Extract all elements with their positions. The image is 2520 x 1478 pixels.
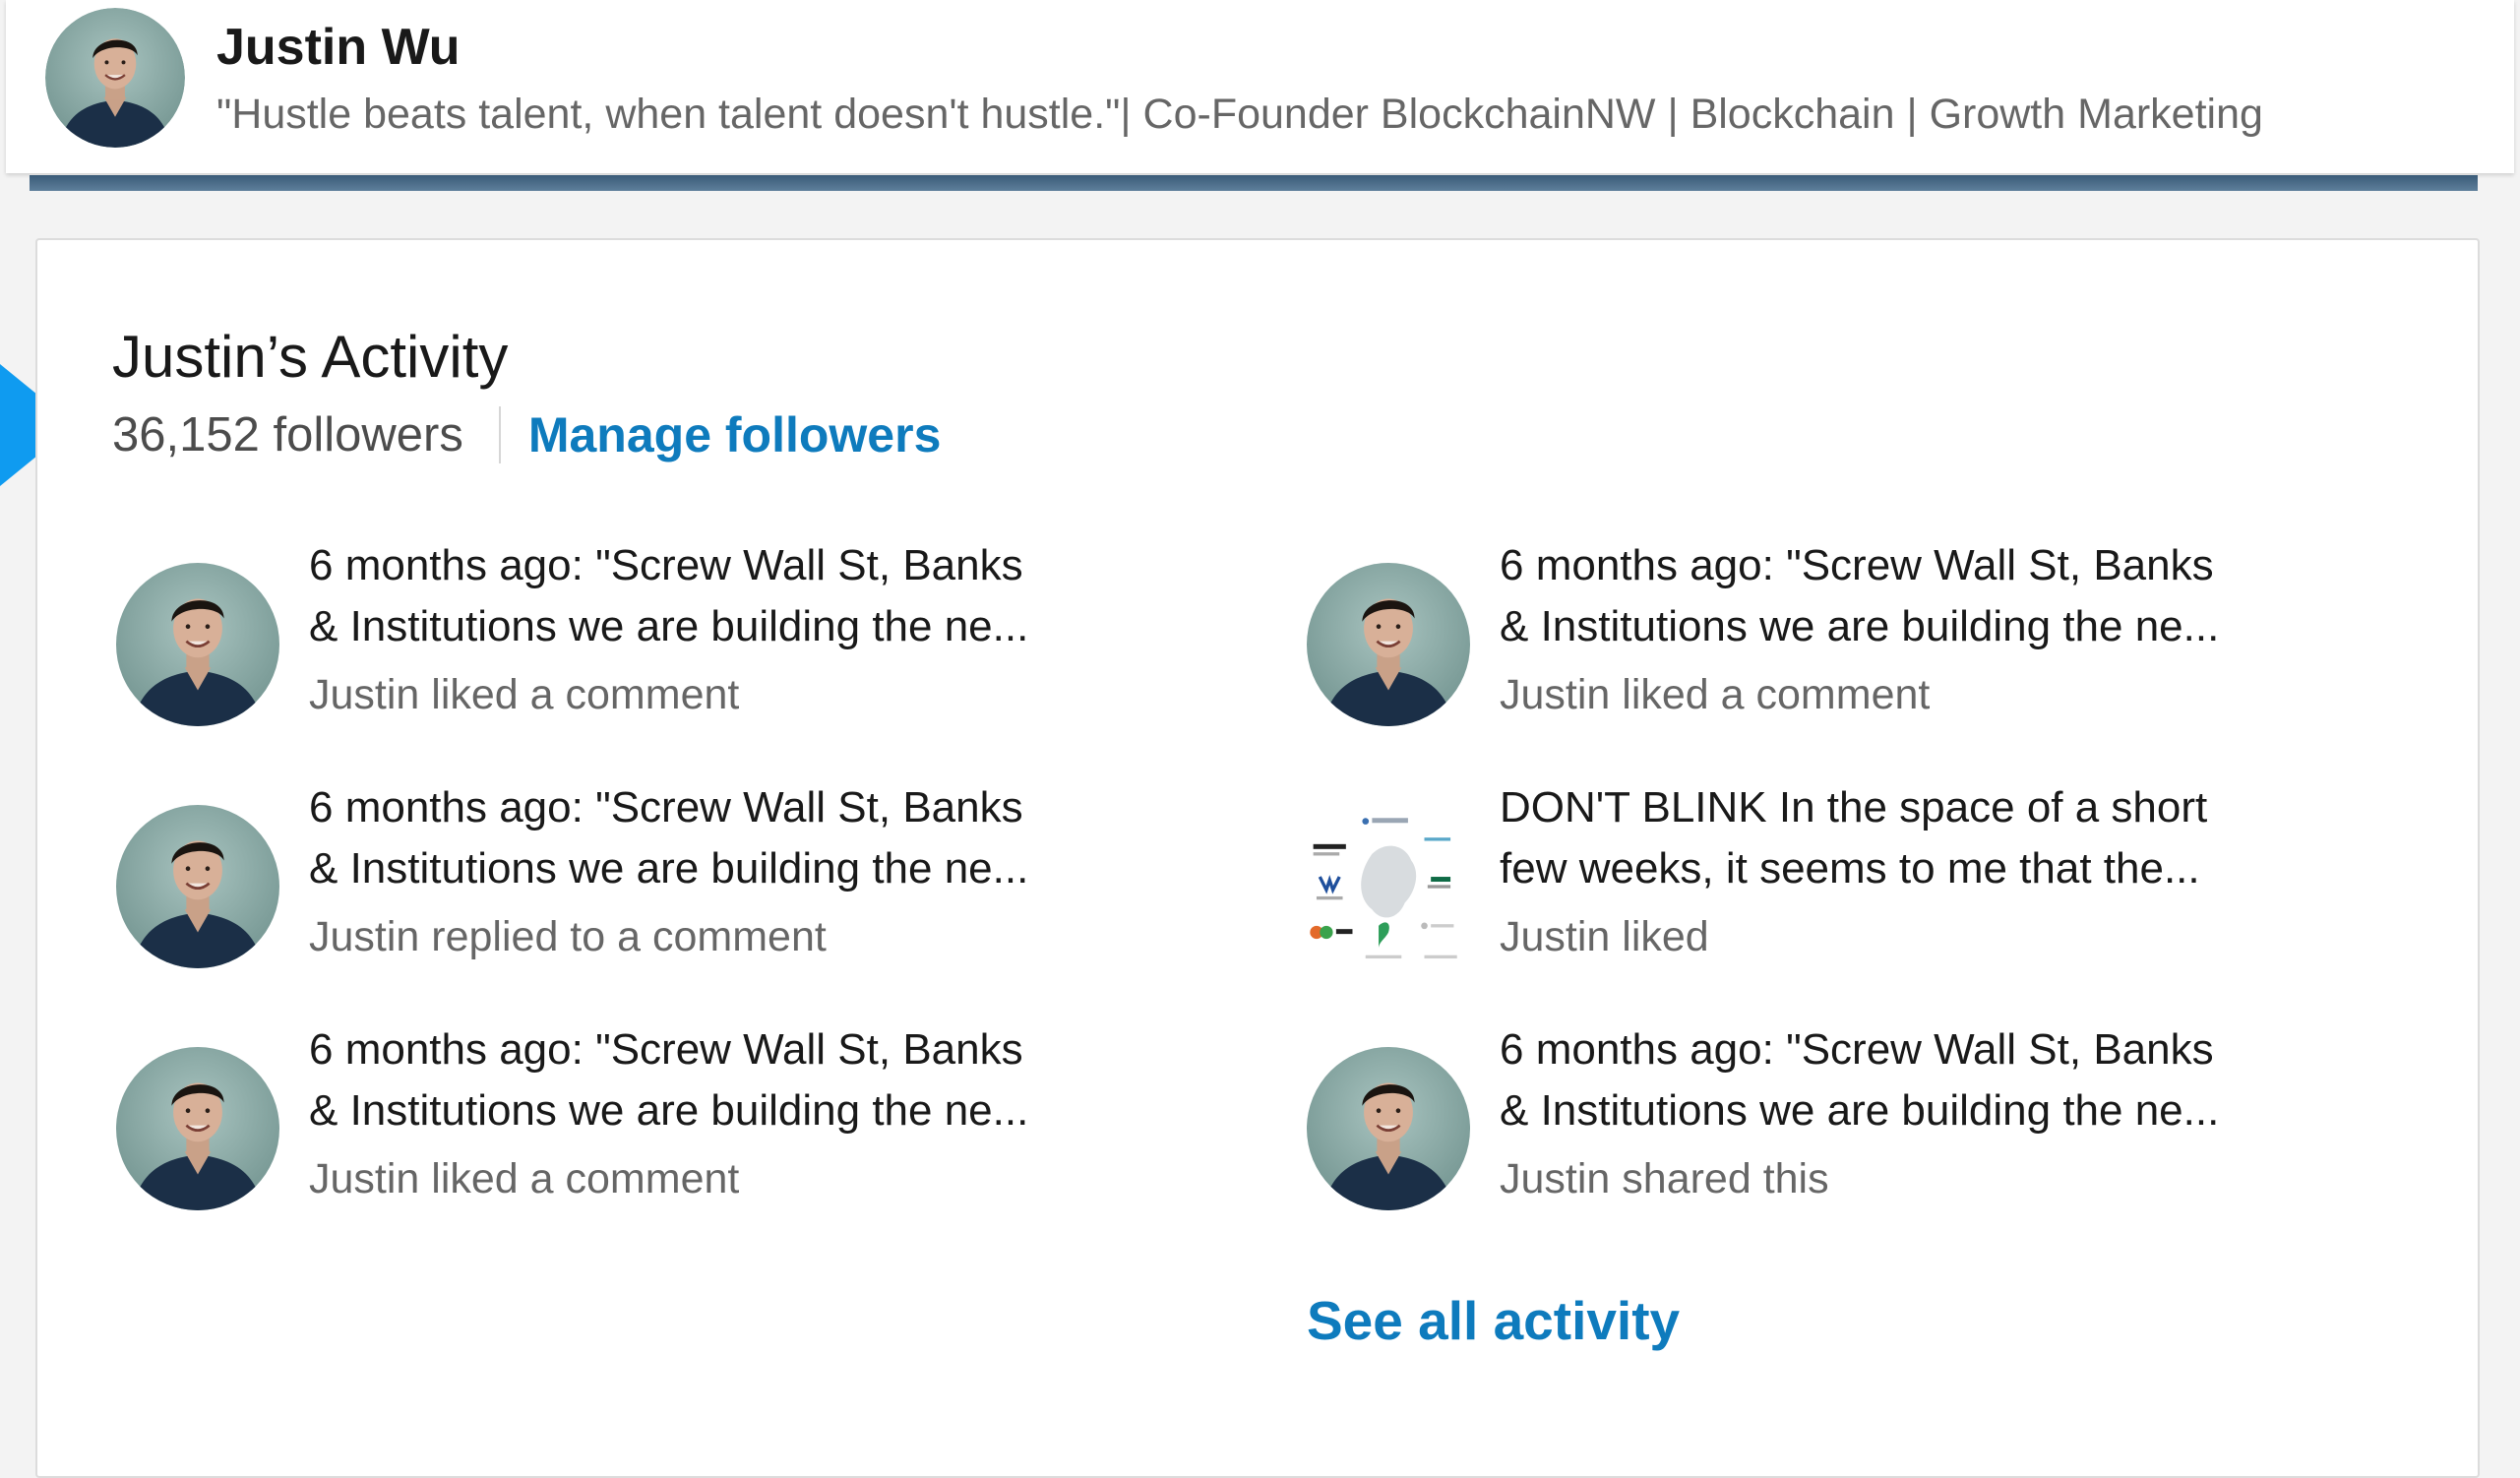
activity-title: Justin’s Activity: [112, 324, 509, 390]
activity-text-line: & Institutions we are building the ne...: [309, 844, 1029, 893]
activity-meta: Justin liked a comment: [309, 671, 740, 718]
activity-text-line: 6 months ago: "Screw Wall St, Banks: [309, 541, 1023, 589]
activity-meta: Justin shared this: [1500, 1155, 1829, 1202]
activity-meta: Justin liked a comment: [309, 1155, 740, 1202]
activity-item[interactable]: DON'T BLINK In the space of a short few …: [1307, 777, 2389, 994]
activity-meta: Justin replied to a comment: [309, 913, 827, 960]
activity-text-line: 6 months ago: "Screw Wall St, Banks: [1500, 541, 2214, 589]
activity-text-line: DON'T BLINK In the space of a short: [1500, 783, 2208, 831]
profile-avatar[interactable]: [45, 8, 185, 148]
activity-text-line: few weeks, it seems to me that the...: [1500, 844, 2200, 893]
actor-avatar: [1307, 563, 1470, 726]
activity-meta: Justin liked a comment: [1500, 671, 1931, 718]
activity-text-line: 6 months ago: "Screw Wall St, Banks: [309, 1025, 1023, 1074]
activity-item[interactable]: 6 months ago: "Screw Wall St, Banks & In…: [116, 777, 1199, 994]
followers-count: 36,152 followers: [112, 408, 463, 462]
actor-avatar: [1307, 1047, 1470, 1210]
divider: [498, 406, 501, 463]
infographic-thumbnail: [1307, 805, 1470, 968]
activity-text-line: & Institutions we are building the ne...: [1500, 1086, 2220, 1135]
see-all-activity-link[interactable]: See all activity: [1307, 1289, 1680, 1352]
followers-row: 36,152 followers Manage followers: [112, 405, 941, 464]
sticky-profile-header: Justin Wu "Hustle beats talent, when tal…: [6, 0, 2514, 173]
activity-card: Justin’s Activity 36,152 followers Manag…: [35, 238, 2480, 1478]
activity-item[interactable]: 6 months ago: "Screw Wall St, Banks & In…: [1307, 1019, 2389, 1236]
activity-text-line: 6 months ago: "Screw Wall St, Banks: [1500, 1025, 2214, 1074]
actor-avatar: [116, 805, 279, 968]
activity-item[interactable]: 6 months ago: "Screw Wall St, Banks & In…: [1307, 535, 2389, 752]
activity-text-line: & Institutions we are building the ne...: [1500, 602, 2220, 650]
activity-meta: Justin liked: [1500, 913, 1709, 960]
activity-item[interactable]: 6 months ago: "Screw Wall St, Banks & In…: [116, 535, 1199, 752]
manage-followers-link[interactable]: Manage followers: [528, 406, 942, 463]
activity-text-line: & Institutions we are building the ne...: [309, 1086, 1029, 1135]
activity-text-line: 6 months ago: "Screw Wall St, Banks: [309, 783, 1023, 831]
activity-text-line: & Institutions we are building the ne...: [309, 602, 1029, 650]
actor-avatar: [116, 1047, 279, 1210]
header-divider: [30, 175, 2478, 191]
profile-headline: "Hustle beats talent, when talent doesn'…: [216, 91, 2263, 138]
profile-name: Justin Wu: [216, 19, 461, 76]
actor-avatar: [116, 563, 279, 726]
activity-item[interactable]: 6 months ago: "Screw Wall St, Banks & In…: [116, 1019, 1199, 1236]
